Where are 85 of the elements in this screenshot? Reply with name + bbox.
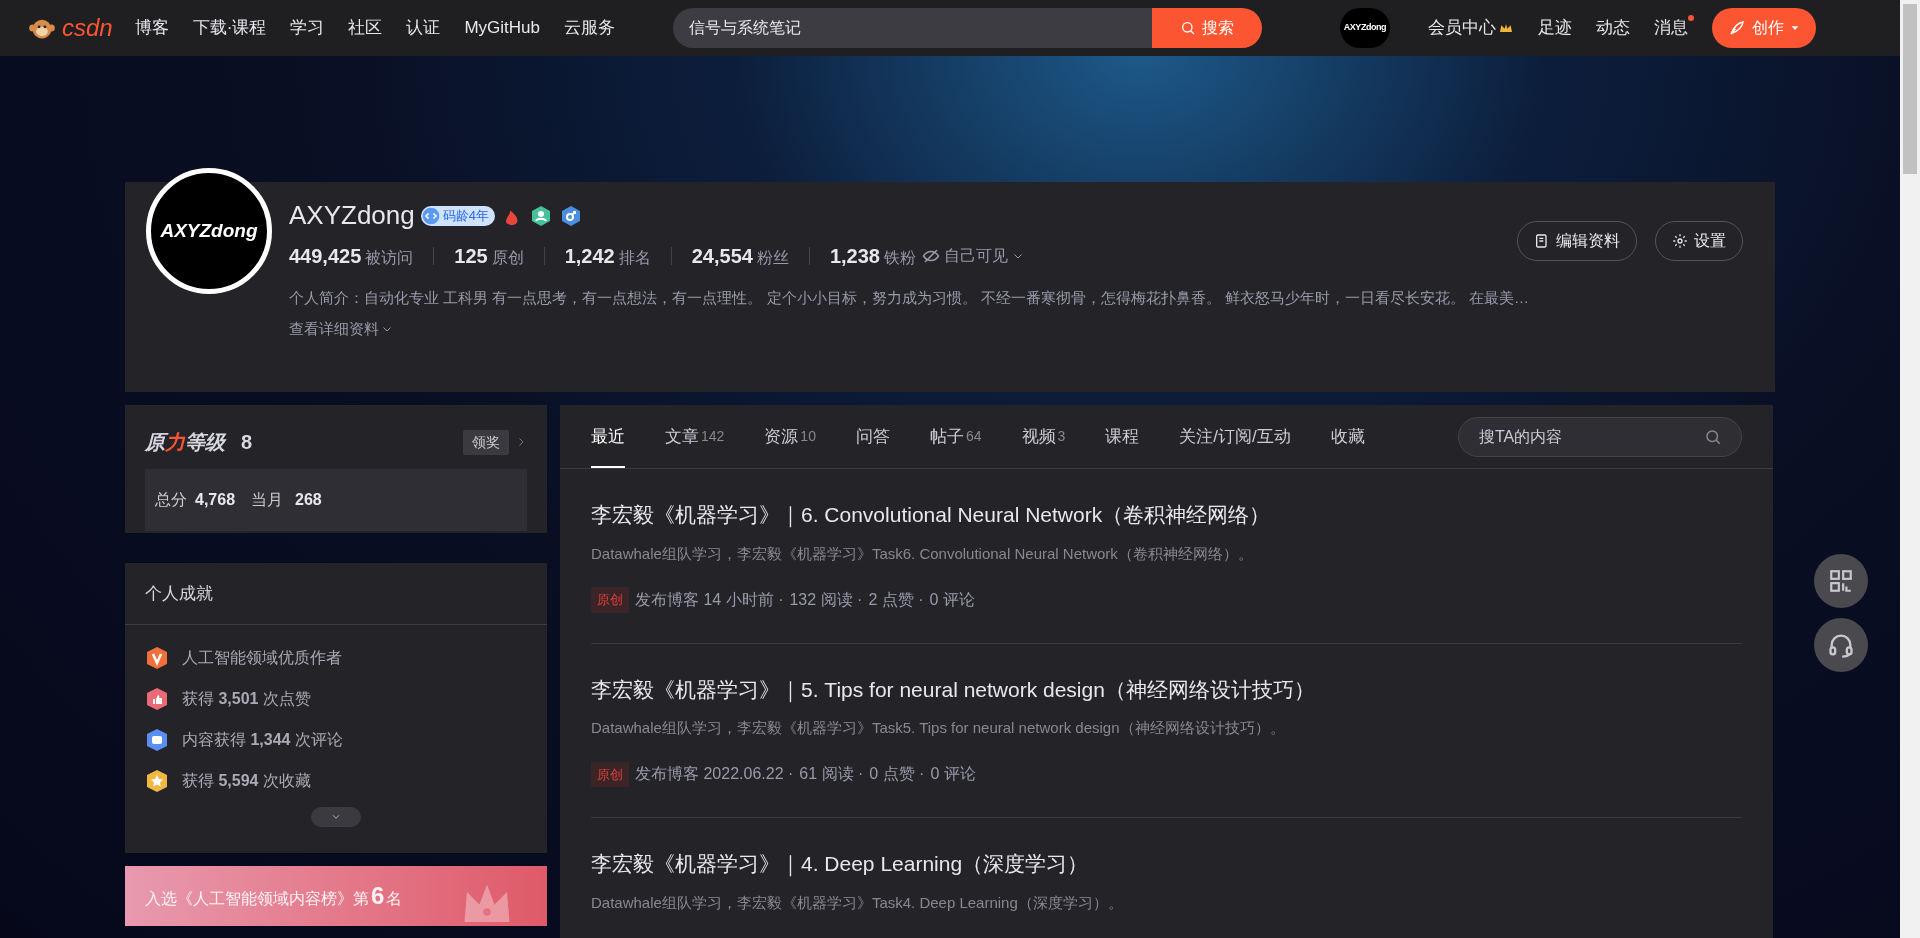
article-summary: Datawhale组队学习，李宏毅《机器学习》Task4. Deep Learning（深度学习）。 [591,892,1124,913]
star-icon [145,769,169,793]
search-icon [1179,20,1196,36]
article-title[interactable]: 李宏毅《机器学习》｜4. Deep Learning（深度学习） [591,848,1742,880]
stat-label: 被访问 [365,248,414,268]
score-value: 268 [295,490,322,510]
comment-icon [145,728,169,752]
article-meta: 132 阅读 · [789,589,863,610]
achievement-text: 人工智能领域优质作者 [182,648,342,668]
stat-label: 原创 [491,248,524,268]
ranking-text: 入选《人工智能领域内容榜》第 6名 [145,881,403,911]
achievement-text: 内容获得 1,344 次评论 [182,730,343,750]
document-icon [1534,233,1550,249]
score-value: 4,768 [195,490,236,510]
nav-link[interactable]: 社区 [348,15,383,41]
award-button[interactable]: 领奖 [463,429,509,455]
tab[interactable]: 关注/订阅/互动 [1179,405,1291,468]
original-tag: 原创 [591,761,629,787]
tab[interactable]: 帖子 64 [929,405,982,468]
tab[interactable]: 问答 [855,405,890,468]
article-summary: Datawhale组队学习，李宏毅《机器学习》Task6. Convolutional Neural Network（卷积神经网络）。 [591,543,1254,564]
score-label: 当月 [251,490,284,510]
section-title: 个人成就 [145,582,213,605]
tab[interactable]: 文章 142 [665,405,725,468]
person-badge-icon [529,203,553,228]
nav-link[interactable]: 认证 [406,15,441,41]
caret-icon [1789,23,1800,33]
gender-badge-icon [559,203,583,228]
tab[interactable]: 资源 10 [764,405,816,468]
article-title[interactable]: 李宏毅《机器学习》｜5. Tips for neural network design（神经网络设计技巧） [591,673,1742,705]
stat-value: 1,242 [564,244,615,269]
stat-value: 24,554 [691,244,753,269]
avatar: AXYZdong [146,168,272,294]
verified-author-icon [145,646,169,670]
article-title[interactable]: 李宏毅《机器学习》｜6. Convolutional Neural Network（卷积神经网络） [591,499,1742,531]
view-details-link[interactable]: 查看详细资料 [289,317,393,340]
nav-link[interactable]: MyGitHub [464,15,540,41]
code-icon [420,205,441,226]
nav-link[interactable]: 下载·课程 [192,15,267,41]
achievement-text: 获得 3,501 次点赞 [182,689,311,709]
tab[interactable]: 收藏 [1330,405,1365,468]
article-meta: 0 评论 [929,589,975,610]
stat-value: 449,425 [289,244,362,269]
nav-link[interactable]: 动态 [1595,15,1636,41]
coding-age-badge: 码龄4年 [420,205,495,226]
tab[interactable]: 最近 [591,405,625,468]
search-icon [1704,427,1722,446]
quill-icon [1727,19,1746,37]
article-meta: 0 评论 [930,764,976,785]
nav-link[interactable]: 足迹 [1537,15,1578,41]
score-label: 总分 [155,490,187,510]
article-summary: Datawhale组队学习，李宏毅《机器学习》Task5. Tips for neural network design（神经网络设计技巧）。 [591,718,1286,738]
qr-code-icon [1828,568,1854,594]
original-tag: 原创 [591,587,629,613]
stat-label: 排名 [618,248,651,268]
bio-text: 个人简介：自动化专业 工科男 有一点思考，有一点想法，有一点理性。 定个小小目标，努力成为习惯。 不经一番寒彻骨，怎得梅花扑鼻香。 鲜衣怒马少年时，一日看尽长安花。 在最美… [289,288,1530,308]
stat-value: 1,238 [829,244,880,269]
stat-value: 125 [454,244,488,269]
level-value: 8 [241,430,253,455]
level-title: 原力等级 [145,430,225,455]
article-meta: 0 点赞 · [869,764,925,785]
tab[interactable]: 视频3 [1021,405,1066,468]
user-avatar[interactable]: AXYZdong [1339,8,1390,48]
thumbs-up-icon [145,687,169,711]
nav-link[interactable]: 消息 [1653,15,1694,41]
content-search-field[interactable]: 搜TA的内容 [1458,416,1742,457]
stat-label: 粉丝 [756,248,789,268]
nav-link[interactable]: 学习 [290,15,325,41]
stat-label: 铁粉 [883,248,916,268]
article-meta: 发布博客 14 小时前 · [635,589,784,610]
username: AXYZdong [289,199,415,232]
hidden-eye-icon [921,247,940,265]
achievement-text: 获得 5,594 次收藏 [182,771,311,791]
article-meta: 2 点赞 · [868,589,924,610]
search-field[interactable]: 信号与系统笔记 [672,8,1152,48]
nav-link[interactable]: 博客 [134,15,169,41]
article-meta: 发布博客 2022.06.22 · [635,764,794,785]
settings-icon [1672,233,1688,249]
nav-link[interactable]: 云服务 [563,15,615,41]
visibility-toggle[interactable]: 自己可见 [921,244,1024,268]
tab[interactable]: 课程 [1105,405,1140,468]
logo-text[interactable]: csdn [62,16,113,40]
nav-link[interactable]: 会员中心 [1427,15,1520,41]
article-meta: 61 阅读 · [799,764,864,785]
scrollbar[interactable] [1900,0,1920,938]
